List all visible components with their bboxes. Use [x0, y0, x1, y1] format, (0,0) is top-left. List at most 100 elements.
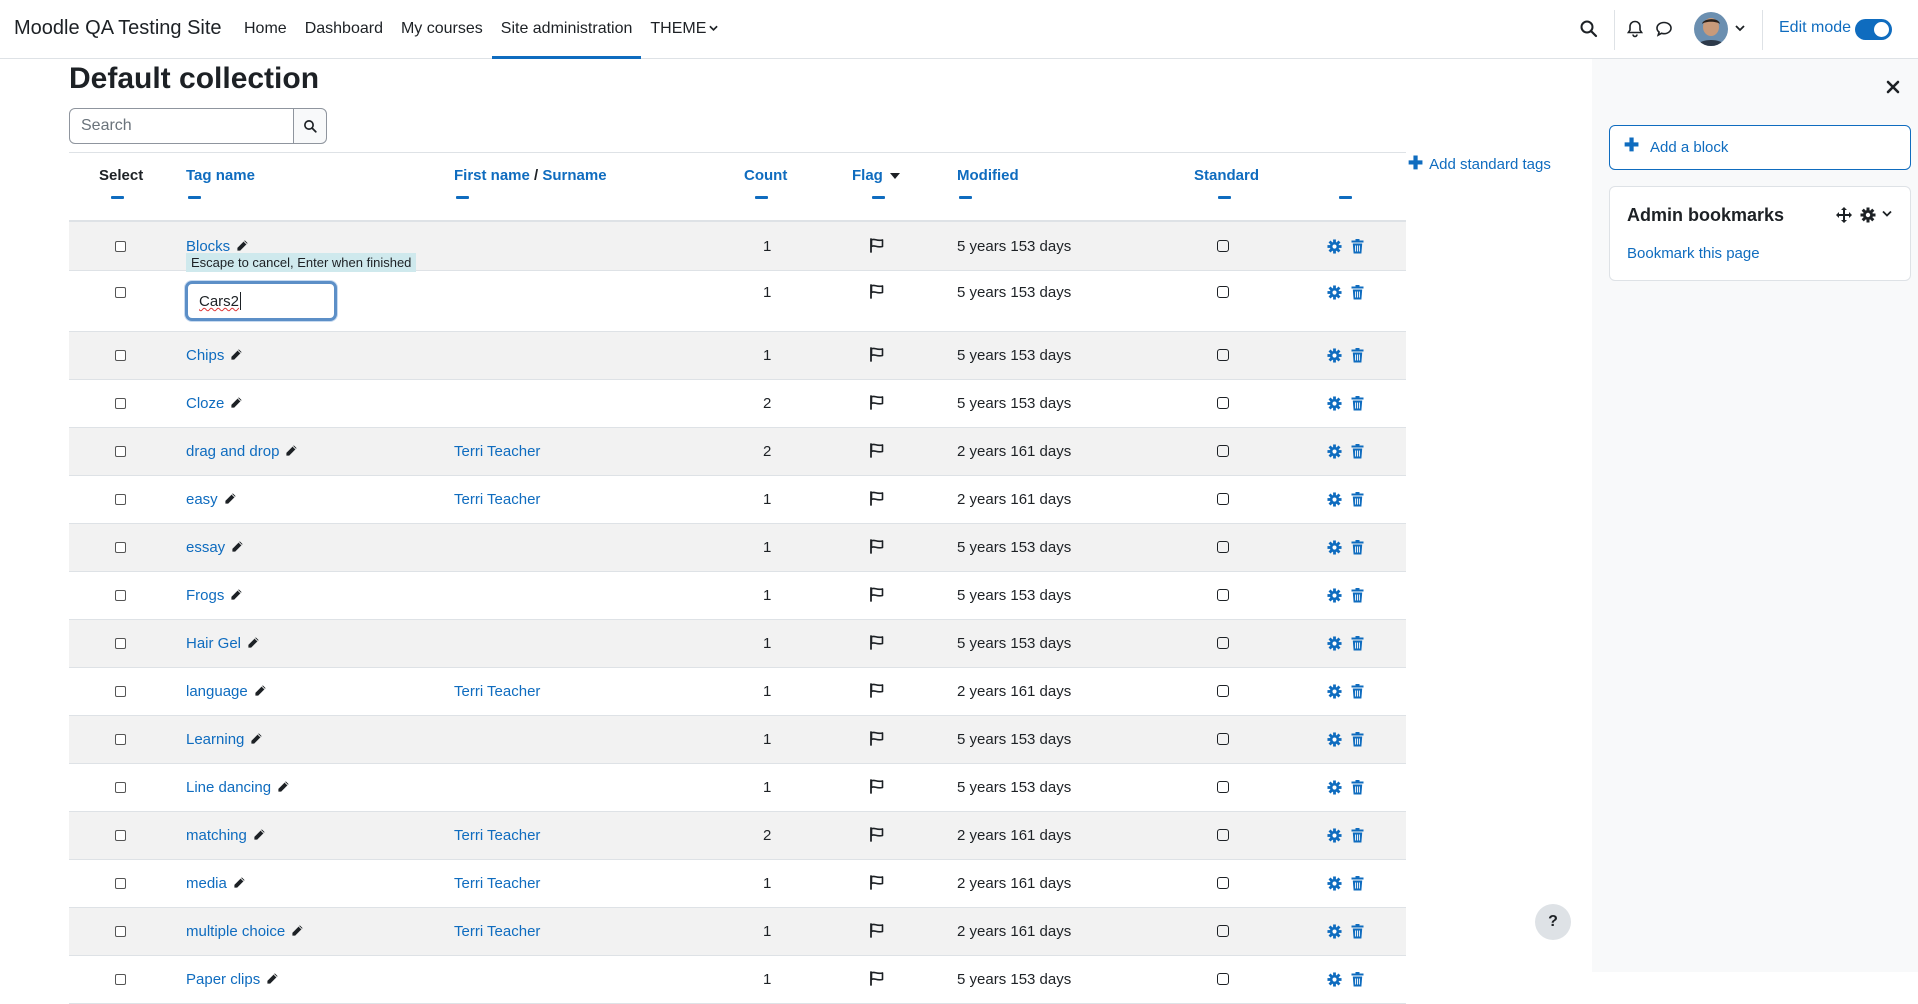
- add-standard-tags-link[interactable]: ✚ Add standard tags: [1408, 153, 1551, 174]
- tag-owner-link[interactable]: Terri Teacher: [454, 875, 540, 892]
- pencil-icon[interactable]: [250, 732, 263, 745]
- site-brand[interactable]: Moodle QA Testing Site: [14, 17, 222, 40]
- flag-icon[interactable]: [869, 587, 885, 607]
- header-standard[interactable]: Standard: [1194, 167, 1259, 199]
- chevron-down-icon[interactable]: [1882, 210, 1892, 218]
- standard-checkbox[interactable]: [1217, 685, 1229, 697]
- pencil-icon[interactable]: [254, 684, 267, 697]
- nav-theme[interactable]: THEME: [641, 0, 727, 59]
- gear-icon[interactable]: [1327, 540, 1342, 555]
- pencil-icon[interactable]: [231, 540, 244, 553]
- tag-owner-link[interactable]: Terri Teacher: [454, 491, 540, 508]
- header-surname-link[interactable]: Surname: [542, 167, 606, 184]
- header-modified[interactable]: Modified: [957, 167, 1019, 199]
- gear-icon[interactable]: [1327, 239, 1342, 254]
- close-icon[interactable]: [1886, 80, 1900, 94]
- tag-name-link[interactable]: Cloze: [186, 395, 224, 412]
- tag-name-link[interactable]: matching: [186, 827, 247, 844]
- gear-icon[interactable]: [1327, 285, 1342, 300]
- flag-icon[interactable]: [869, 443, 885, 463]
- nav-site-administration[interactable]: Site administration: [491, 0, 642, 59]
- flag-icon[interactable]: [869, 347, 885, 367]
- collapse-dash-icon[interactable]: [1218, 196, 1231, 199]
- flag-icon[interactable]: [869, 875, 885, 895]
- bell-icon[interactable]: [1625, 19, 1645, 39]
- add-block-button[interactable]: ✚ Add a block: [1609, 125, 1911, 170]
- row-select-checkbox[interactable]: [115, 542, 126, 553]
- nav-my-courses[interactable]: My courses: [392, 0, 492, 59]
- row-select-checkbox[interactable]: [115, 590, 126, 601]
- standard-checkbox[interactable]: [1217, 541, 1229, 553]
- gear-icon[interactable]: [1327, 348, 1342, 363]
- flag-icon[interactable]: [869, 284, 885, 304]
- tag-name-link[interactable]: Paper clips: [186, 971, 260, 988]
- trash-icon[interactable]: [1351, 924, 1364, 939]
- pencil-icon[interactable]: [266, 972, 279, 985]
- trash-icon[interactable]: [1351, 396, 1364, 411]
- standard-checkbox[interactable]: [1217, 973, 1229, 985]
- pencil-icon[interactable]: [230, 396, 243, 409]
- trash-icon[interactable]: [1351, 239, 1364, 254]
- standard-checkbox[interactable]: [1217, 240, 1229, 252]
- tag-name-link[interactable]: drag and drop: [186, 443, 279, 460]
- nav-dashboard[interactable]: Dashboard: [296, 0, 392, 59]
- standard-checkbox[interactable]: [1217, 397, 1229, 409]
- flag-icon[interactable]: [869, 491, 885, 511]
- pencil-icon[interactable]: [247, 636, 260, 649]
- collapse-dash-icon[interactable]: [755, 196, 768, 199]
- collapse-dash-icon[interactable]: [456, 196, 469, 199]
- collapse-dash-icon[interactable]: [1339, 196, 1352, 199]
- standard-checkbox[interactable]: [1217, 877, 1229, 889]
- flag-icon[interactable]: [869, 395, 885, 415]
- flag-icon[interactable]: [869, 731, 885, 751]
- trash-icon[interactable]: [1351, 540, 1364, 555]
- tag-owner-link[interactable]: Terri Teacher: [454, 443, 540, 460]
- gear-icon[interactable]: [1327, 684, 1342, 699]
- search-icon[interactable]: [1579, 19, 1599, 39]
- header-first-name-link[interactable]: First name: [454, 167, 530, 184]
- tag-name-link[interactable]: language: [186, 683, 248, 700]
- tag-name-link[interactable]: Hair Gel: [186, 635, 241, 652]
- chat-bubble-icon[interactable]: [1654, 19, 1674, 39]
- standard-checkbox[interactable]: [1217, 589, 1229, 601]
- row-select-checkbox[interactable]: [115, 878, 126, 889]
- gear-icon[interactable]: [1327, 732, 1342, 747]
- flag-icon[interactable]: [869, 683, 885, 703]
- trash-icon[interactable]: [1351, 285, 1364, 300]
- user-avatar[interactable]: [1694, 12, 1728, 46]
- standard-checkbox[interactable]: [1217, 781, 1229, 793]
- trash-icon[interactable]: [1351, 780, 1364, 795]
- flag-icon[interactable]: [869, 923, 885, 943]
- tag-name-link[interactable]: Frogs: [186, 587, 224, 604]
- trash-icon[interactable]: [1351, 636, 1364, 651]
- standard-checkbox[interactable]: [1217, 286, 1229, 298]
- trash-icon[interactable]: [1351, 444, 1364, 459]
- edit-mode-toggle[interactable]: [1855, 19, 1892, 40]
- search-input[interactable]: [69, 108, 294, 144]
- trash-icon[interactable]: [1351, 588, 1364, 603]
- pencil-icon[interactable]: [253, 828, 266, 841]
- row-select-checkbox[interactable]: [115, 782, 126, 793]
- trash-icon[interactable]: [1351, 684, 1364, 699]
- header-count[interactable]: Count: [744, 167, 787, 199]
- pencil-icon[interactable]: [291, 924, 304, 937]
- collapse-dash-icon[interactable]: [872, 196, 885, 199]
- standard-checkbox[interactable]: [1217, 493, 1229, 505]
- trash-icon[interactable]: [1351, 972, 1364, 987]
- tag-owner-link[interactable]: Terri Teacher: [454, 683, 540, 700]
- trash-icon[interactable]: [1351, 828, 1364, 843]
- trash-icon[interactable]: [1351, 348, 1364, 363]
- pencil-icon[interactable]: [277, 780, 290, 793]
- gear-icon[interactable]: [1327, 588, 1342, 603]
- row-select-checkbox[interactable]: [115, 830, 126, 841]
- flag-icon[interactable]: [869, 238, 885, 258]
- flag-icon[interactable]: [869, 779, 885, 799]
- collapse-dash-icon[interactable]: [188, 196, 201, 199]
- flag-icon[interactable]: [869, 971, 885, 991]
- trash-icon[interactable]: [1351, 492, 1364, 507]
- standard-checkbox[interactable]: [1217, 445, 1229, 457]
- row-select-checkbox[interactable]: [115, 686, 126, 697]
- chevron-down-icon[interactable]: [1735, 25, 1745, 32]
- move-icon[interactable]: [1836, 207, 1852, 223]
- trash-icon[interactable]: [1351, 732, 1364, 747]
